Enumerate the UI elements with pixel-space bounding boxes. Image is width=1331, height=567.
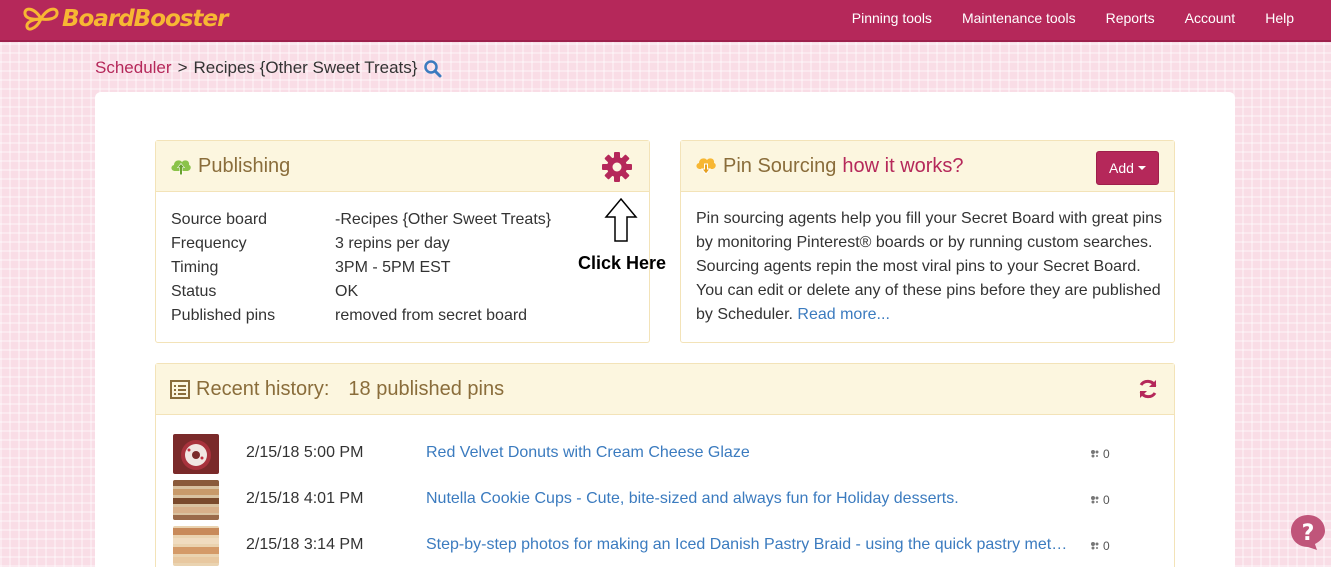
- repin-count-value: 0: [1103, 539, 1110, 553]
- click-here-annotation: Click Here: [578, 253, 667, 273]
- nav-help[interactable]: Help: [1250, 0, 1309, 36]
- detail-row: Published pins removed from secret board: [171, 304, 551, 328]
- top-navbar: BoardBooster Pinning tools Maintenance t…: [0, 0, 1331, 42]
- pin-title-link[interactable]: Red Velvet Donuts with Cream Cheese Glaz…: [426, 444, 1076, 462]
- svg-text:?: ?: [1302, 521, 1315, 546]
- add-button-label: Add: [1109, 160, 1134, 176]
- nav-menu: Pinning tools Maintenance tools Reports …: [837, 0, 1309, 36]
- detail-row: Status OK: [171, 280, 551, 304]
- pin-thumbnail[interactable]: [173, 526, 219, 566]
- detail-label: Timing: [171, 259, 219, 276]
- search-icon[interactable]: [423, 59, 442, 78]
- pushpin-icon: [1090, 449, 1100, 459]
- nav-pinning-tools[interactable]: Pinning tools: [837, 0, 947, 36]
- pin-date: 2/15/18 3:14 PM: [246, 536, 364, 553]
- pin-thumbnail[interactable]: [173, 434, 219, 474]
- pin-thumbnail[interactable]: [173, 480, 219, 520]
- repin-count: 0: [1090, 447, 1110, 461]
- gear-icon[interactable]: [601, 151, 633, 189]
- history-row: 2/15/18 5:00 PM Red Velvet Donuts with C…: [173, 434, 1163, 474]
- list-icon: [170, 379, 190, 399]
- publishing-details: Source board -Recipes {Other Sweet Treat…: [171, 208, 551, 328]
- history-row: 2/15/18 4:01 PM Nutella Cookie Cups - Cu…: [173, 480, 1163, 520]
- breadcrumb-current: Recipes {Other Sweet Treats}: [193, 58, 418, 77]
- how-it-works-link[interactable]: how it works?: [842, 155, 963, 178]
- recent-history-title: Recent history:: [196, 377, 330, 400]
- recent-history-heading: Recent history: 18 published pins: [156, 364, 1174, 415]
- recent-history-panel: Recent history: 18 published pins 2/15/1…: [155, 363, 1175, 567]
- detail-value: -Recipes {Other Sweet Treats}: [335, 211, 552, 228]
- pin-date: 2/15/18 4:01 PM: [246, 490, 364, 507]
- repin-count: 0: [1090, 493, 1110, 507]
- refresh-icon[interactable]: [1137, 378, 1159, 406]
- detail-value: 3PM - 5PM EST: [335, 259, 451, 276]
- pin-title-link[interactable]: Nutella Cookie Cups - Cute, bite-sized a…: [426, 490, 1076, 508]
- detail-label: Published pins: [171, 307, 276, 324]
- help-question-icon[interactable]: ?: [1289, 513, 1327, 551]
- publishing-title: Publishing: [198, 154, 291, 177]
- detail-label: Frequency: [171, 235, 247, 252]
- publishing-panel: Publishing Source board -Recipes {Other …: [155, 140, 650, 343]
- publishing-heading: Publishing: [156, 141, 649, 192]
- nav-account[interactable]: Account: [1170, 0, 1251, 36]
- brand-name: BoardBooster: [62, 6, 228, 32]
- pin-sourcing-title: Pin Sourcing: [723, 154, 837, 177]
- add-button[interactable]: Add: [1096, 151, 1159, 185]
- repin-count-value: 0: [1103, 447, 1110, 461]
- breadcrumb-separator: >: [177, 58, 188, 77]
- nav-maintenance-tools[interactable]: Maintenance tools: [947, 0, 1091, 36]
- pin-sourcing-description: Pin sourcing agents help you fill your S…: [696, 207, 1166, 327]
- breadcrumb-scheduler-link[interactable]: Scheduler: [95, 58, 172, 78]
- history-row: 2/15/18 3:14 PM Step-by-step photos for …: [173, 526, 1163, 566]
- repin-count: 0: [1090, 539, 1110, 553]
- pushpin-icon: [1090, 541, 1100, 551]
- detail-row: Source board -Recipes {Other Sweet Treat…: [171, 208, 551, 232]
- caret-down-icon: [1137, 166, 1146, 170]
- detail-row: Frequency 3 repins per day: [171, 232, 551, 256]
- pushpin-icon: [1090, 495, 1100, 505]
- pin-sourcing-heading: Pin Sourcing how it works? Add: [681, 141, 1174, 192]
- breadcrumb: Scheduler > Recipes {Other Sweet Treats}: [95, 58, 442, 78]
- nav-reports[interactable]: Reports: [1091, 0, 1170, 36]
- pin-title-link[interactable]: Step-by-step photos for making an Iced D…: [426, 536, 1076, 554]
- up-arrow-annotation-icon: [604, 197, 638, 242]
- detail-label: Source board: [171, 211, 268, 228]
- pin-date: 2/15/18 5:00 PM: [246, 444, 364, 461]
- detail-value: 3 repins per day: [335, 235, 450, 252]
- detail-row: Timing 3PM - 5PM EST: [171, 256, 551, 280]
- repin-count-value: 0: [1103, 493, 1110, 507]
- cloud-download-icon: [695, 156, 717, 176]
- cloud-upload-icon: [170, 156, 192, 176]
- butterfly-icon: [23, 7, 59, 31]
- published-pins-count: 18 published pins: [348, 377, 505, 400]
- brand-logo[interactable]: BoardBooster: [22, 4, 228, 34]
- detail-value: OK: [335, 283, 359, 300]
- pin-sourcing-text: Pin sourcing agents help you fill your S…: [696, 210, 1163, 323]
- pin-sourcing-panel: Pin Sourcing how it works? Add Pin sourc…: [680, 140, 1175, 343]
- detail-label: Status: [171, 283, 217, 300]
- detail-value: removed from secret board: [335, 307, 528, 324]
- read-more-link[interactable]: Read more...: [797, 306, 889, 323]
